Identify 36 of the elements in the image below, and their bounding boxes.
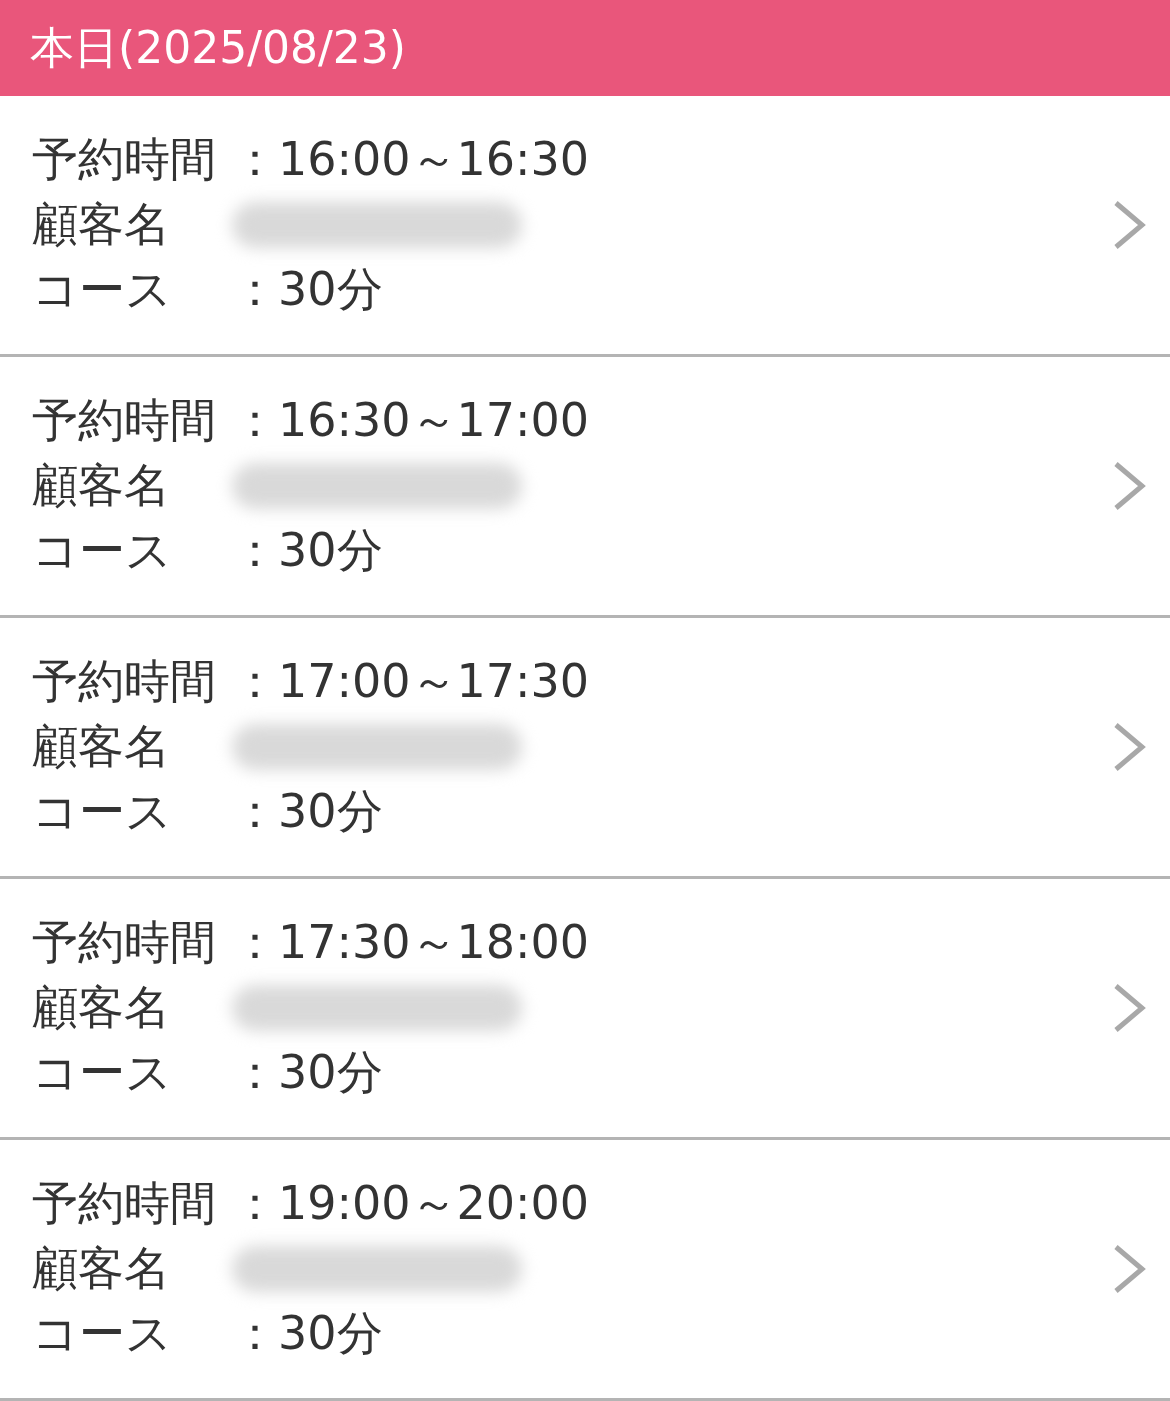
reservation-item[interactable]: 予約時間 ：17:30～18:00 顧客名 コース ：30分 xyxy=(0,879,1170,1140)
time-label: 予約時間 xyxy=(32,392,217,449)
course-value: ：30分 xyxy=(232,1305,384,1362)
course-label: コース xyxy=(32,522,173,579)
chevron-right-icon xyxy=(1112,200,1146,250)
course-label: コース xyxy=(32,1305,173,1362)
time-value: ：19:00～20:00 xyxy=(232,1175,590,1232)
course-value: ：30分 xyxy=(232,1044,384,1101)
time-value: ：16:30～17:00 xyxy=(232,392,590,449)
chevron-right-icon xyxy=(1112,722,1146,772)
course-label: コース xyxy=(32,261,173,318)
time-value: ：17:30～18:00 xyxy=(232,914,590,971)
course-label: コース xyxy=(32,783,173,840)
reservation-item[interactable]: 予約時間 ：19:00～20:00 顧客名 コース ：30分 xyxy=(0,1140,1170,1401)
reservation-item[interactable]: 予約時間 ：16:00～16:30 顧客名 コース ：30分 xyxy=(0,96,1170,357)
customer-name-label: 顧客名 xyxy=(32,196,171,253)
time-label: 予約時間 xyxy=(32,914,217,971)
header-title: 本日(2025/08/23) xyxy=(30,20,406,75)
time-label: 予約時間 xyxy=(32,131,217,188)
reservation-item[interactable]: 予約時間 ：17:00～17:30 顧客名 コース ：30分 xyxy=(0,618,1170,879)
customer-name-label: 顧客名 xyxy=(32,979,171,1036)
chevron-right-icon xyxy=(1112,983,1146,1033)
course-value: ：30分 xyxy=(232,783,384,840)
customer-name-label: 顧客名 xyxy=(32,718,171,775)
chevron-right-icon xyxy=(1112,1244,1146,1294)
chevron-right-icon xyxy=(1112,461,1146,511)
customer-name-label: 顧客名 xyxy=(32,457,171,514)
time-label: 予約時間 xyxy=(32,1175,217,1232)
reservation-item[interactable]: 予約時間 ：16:30～17:00 顧客名 コース ：30分 xyxy=(0,357,1170,618)
time-value: ：16:00～16:30 xyxy=(232,131,590,188)
course-value: ：30分 xyxy=(232,522,384,579)
course-value: ：30分 xyxy=(232,261,384,318)
customer-name-label: 顧客名 xyxy=(32,1240,171,1297)
time-value: ：17:00～17:30 xyxy=(232,653,590,710)
course-label: コース xyxy=(32,1044,173,1101)
time-label: 予約時間 xyxy=(32,653,217,710)
